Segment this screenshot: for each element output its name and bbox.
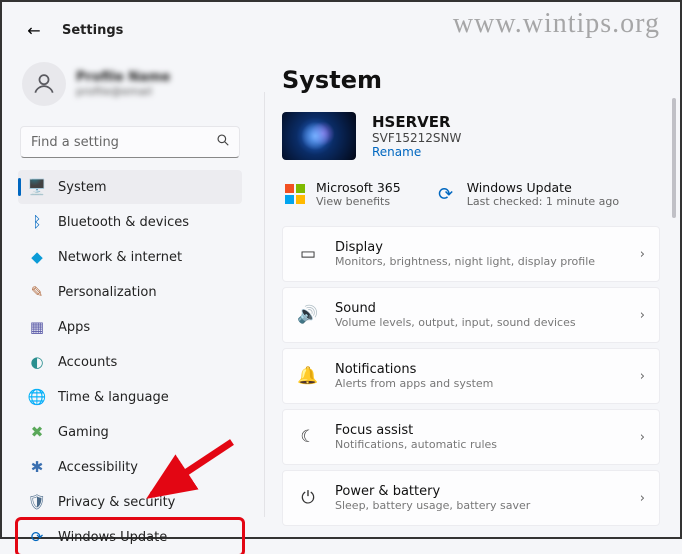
- avatar: [22, 62, 66, 106]
- sidebar-item-gaming[interactable]: ✖ Gaming: [18, 415, 242, 449]
- card-notifications[interactable]: 🔔 NotificationsAlerts from apps and syste…: [282, 348, 660, 404]
- apps-icon: ▦: [28, 318, 46, 336]
- main-panel: System HSERVER SVF15212SNW Rename Micros…: [252, 44, 680, 539]
- tile-sub: Last checked: 1 minute ago: [467, 195, 619, 208]
- device-name: HSERVER: [372, 113, 461, 131]
- person-icon: [31, 71, 57, 97]
- card-sub: Alerts from apps and system: [335, 377, 640, 390]
- gaming-icon: ✖: [28, 423, 46, 441]
- power-battery-icon: ⏻: [297, 488, 319, 508]
- personalization-icon: ✎: [28, 283, 46, 301]
- sidebar-item-label: Accessibility: [58, 460, 138, 475]
- search-input[interactable]: [20, 126, 240, 158]
- accounts-icon: ◐: [28, 353, 46, 371]
- notifications-icon: 🔔: [297, 366, 319, 386]
- sidebar-item-label: Accounts: [58, 355, 117, 370]
- search-wrap: [20, 126, 240, 158]
- accessibility-icon: ✱: [28, 458, 46, 476]
- chevron-right-icon: ›: [640, 491, 645, 506]
- rename-link[interactable]: Rename: [372, 145, 461, 159]
- sidebar-item-windows-update[interactable]: ⟳ Windows Update: [18, 520, 242, 554]
- bluetooth-devices-icon: ᛒ: [28, 213, 46, 231]
- sidebar-item-time-language[interactable]: 🌐 Time & language: [18, 380, 242, 414]
- card-focus-assist[interactable]: ☾ Focus assistNotifications, automatic ru…: [282, 409, 660, 465]
- windows-update-icon: ⟳: [435, 183, 457, 205]
- tile-windows-update[interactable]: ⟳ Windows Update Last checked: 1 minute …: [435, 180, 619, 208]
- sidebar-item-label: System: [58, 180, 106, 195]
- privacy-security-icon: 🛡: [28, 493, 46, 511]
- profile-email: profile@email: [76, 85, 170, 98]
- card-title: Focus assist: [335, 423, 640, 438]
- system-icon: 🖥️: [28, 178, 46, 196]
- profile-name: Profile Name: [76, 70, 170, 85]
- sidebar-item-label: Windows Update: [58, 530, 167, 545]
- device-model: SVF15212SNW: [372, 131, 461, 145]
- tile-microsoft365[interactable]: Microsoft 365 View benefits: [284, 180, 401, 208]
- back-button[interactable]: ←: [20, 16, 48, 44]
- sidebar-item-personalization[interactable]: ✎ Personalization: [18, 275, 242, 309]
- wallpaper-thumbnail: [282, 112, 356, 160]
- network-internet-icon: ◆: [28, 248, 46, 266]
- tile-title: Windows Update: [467, 180, 619, 195]
- sidebar-item-system[interactable]: 🖥️ System: [18, 170, 242, 204]
- card-sub: Monitors, brightness, night light, displ…: [335, 255, 640, 268]
- card-sub: Sleep, battery usage, battery saver: [335, 499, 640, 512]
- tile-sub: View benefits: [316, 195, 401, 208]
- sidebar-item-label: Privacy & security: [58, 495, 175, 510]
- card-title: Power & battery: [335, 484, 640, 499]
- card-title: Sound: [335, 301, 640, 316]
- sidebar-item-accessibility[interactable]: ✱ Accessibility: [18, 450, 242, 484]
- header-title: Settings: [62, 23, 123, 38]
- chevron-right-icon: ›: [640, 369, 645, 384]
- scrollbar-thumb[interactable]: [672, 98, 676, 218]
- sidebar-item-label: Personalization: [58, 285, 157, 300]
- card-sub: Volume levels, output, input, sound devi…: [335, 316, 640, 329]
- microsoft-icon: [284, 183, 306, 205]
- sidebar-item-network-internet[interactable]: ◆ Network & internet: [18, 240, 242, 274]
- card-sub: Notifications, automatic rules: [335, 438, 640, 451]
- card-title: Display: [335, 240, 640, 255]
- sidebar-item-bluetooth-devices[interactable]: ᛒ Bluetooth & devices: [18, 205, 242, 239]
- card-sound[interactable]: 🔊 SoundVolume levels, output, input, soun…: [282, 287, 660, 343]
- chevron-right-icon: ›: [640, 430, 645, 445]
- sound-icon: 🔊: [297, 305, 319, 325]
- chevron-right-icon: ›: [640, 308, 645, 323]
- time-language-icon: 🌐: [28, 388, 46, 406]
- sidebar-item-apps[interactable]: ▦ Apps: [18, 310, 242, 344]
- sidebar-item-label: Time & language: [58, 390, 169, 405]
- chevron-right-icon: ›: [640, 247, 645, 262]
- card-title: Notifications: [335, 362, 640, 377]
- sidebar-nav: 🖥️ System ᛒ Bluetooth & devices ◆ Network & i…: [18, 170, 242, 554]
- settings-cards: ▭ DisplayMonitors, brightness, night ligh…: [282, 226, 660, 526]
- header: ← Settings: [2, 2, 680, 44]
- sidebar-item-label: Network & internet: [58, 250, 182, 265]
- device-row: HSERVER SVF15212SNW Rename: [282, 112, 660, 160]
- profile[interactable]: Profile Name profile@email: [18, 58, 242, 120]
- sidebar-item-label: Apps: [58, 320, 90, 335]
- windows-update-icon: ⟳: [28, 528, 46, 546]
- card-power-battery[interactable]: ⏻ Power & batterySleep, battery usage, ba…: [282, 470, 660, 526]
- arrow-left-icon: ←: [27, 21, 40, 40]
- sidebar-item-label: Bluetooth & devices: [58, 215, 189, 230]
- sidebar-item-label: Gaming: [58, 425, 109, 440]
- display-icon: ▭: [297, 244, 319, 264]
- search-icon: [216, 133, 230, 151]
- focus-assist-icon: ☾: [297, 427, 319, 447]
- page-title: System: [282, 66, 660, 94]
- tile-title: Microsoft 365: [316, 180, 401, 195]
- sidebar-item-accounts[interactable]: ◐ Accounts: [18, 345, 242, 379]
- scrollbar[interactable]: [672, 98, 676, 529]
- sidebar: Profile Name profile@email 🖥️ System ᛒ Blue…: [2, 44, 252, 539]
- sidebar-item-privacy-security[interactable]: 🛡 Privacy & security: [18, 485, 242, 519]
- tiles-row: Microsoft 365 View benefits ⟳ Windows Up…: [282, 176, 660, 226]
- card-display[interactable]: ▭ DisplayMonitors, brightness, night ligh…: [282, 226, 660, 282]
